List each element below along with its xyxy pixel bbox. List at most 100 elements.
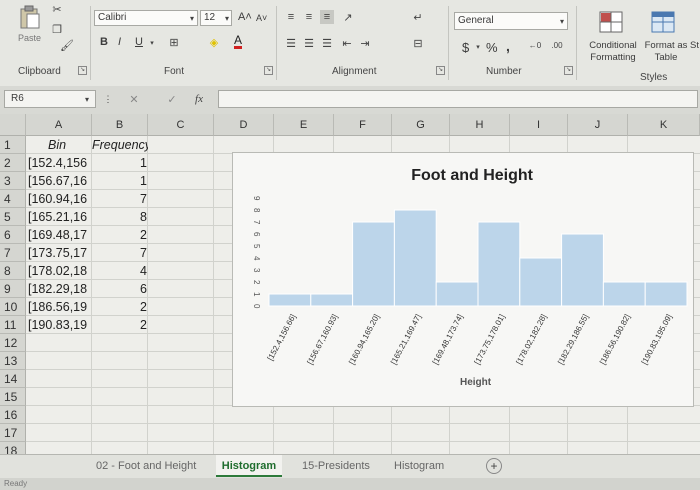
frequency-cell[interactable]: 1: [92, 154, 147, 172]
align-left-icon[interactable]: ☰: [284, 36, 298, 50]
bin-cell[interactable]: [165.21,16: [28, 208, 92, 226]
row-header[interactable]: 7: [0, 244, 26, 262]
align-middle-icon[interactable]: ≡: [302, 10, 316, 24]
cancel-entry-button[interactable]: ✕: [126, 92, 142, 106]
row-header[interactable]: 3: [0, 172, 26, 190]
italic-button[interactable]: I: [118, 36, 121, 48]
frequency-cell[interactable]: 7: [92, 190, 147, 208]
histogram-bar[interactable]: [268, 293, 312, 307]
select-all-corner[interactable]: [0, 114, 26, 136]
bin-cell[interactable]: [190.83,19: [28, 316, 92, 334]
bin-cell[interactable]: [178.02,18: [28, 262, 92, 280]
row-header[interactable]: 4: [0, 190, 26, 208]
font-size-dropdown-icon[interactable]: ▾: [222, 10, 232, 26]
histogram-chart[interactable]: Foot and Height 0 1 2 3 4 5 6 7 8 9 [152.4,156.66]…: [232, 152, 694, 407]
bin-cell[interactable]: [173.75,17: [28, 244, 92, 262]
histogram-bar[interactable]: [644, 281, 688, 307]
frequency-cell[interactable]: 7: [92, 244, 147, 262]
align-right-icon[interactable]: ☰: [320, 36, 334, 50]
column-header-k[interactable]: K: [628, 114, 700, 136]
more-icon[interactable]: ⋮: [104, 92, 113, 106]
decrease-indent-icon[interactable]: ⇤: [340, 36, 354, 50]
bin-cell[interactable]: [156.67,16: [28, 172, 92, 190]
row-header[interactable]: 1: [0, 136, 26, 154]
row-header[interactable]: 16: [0, 406, 26, 424]
row-header[interactable]: 8: [0, 262, 26, 280]
bold-button[interactable]: B: [100, 36, 108, 48]
histogram-bar[interactable]: [435, 281, 479, 307]
row-header[interactable]: 15: [0, 388, 26, 406]
row-header[interactable]: 9: [0, 280, 26, 298]
clipboard-launcher-icon[interactable]: ↘: [78, 66, 87, 75]
merge-center-icon[interactable]: ⊟: [410, 36, 426, 50]
row-header[interactable]: 17: [0, 424, 26, 442]
column-header-j[interactable]: J: [568, 114, 628, 136]
histogram-bar[interactable]: [310, 293, 354, 307]
bin-header-cell[interactable]: Bin: [48, 136, 88, 154]
number-launcher-icon[interactable]: ↘: [564, 66, 573, 75]
number-format-select[interactable]: General: [454, 12, 568, 30]
column-header-h[interactable]: H: [450, 114, 510, 136]
row-header[interactable]: 6: [0, 226, 26, 244]
column-header-e[interactable]: E: [274, 114, 334, 136]
frequency-cell[interactable]: 2: [92, 298, 147, 316]
copy-icon[interactable]: ❐: [48, 22, 66, 36]
frequency-cell[interactable]: 6: [92, 280, 147, 298]
histogram-bar[interactable]: [519, 257, 563, 307]
currency-button[interactable]: $: [462, 40, 469, 55]
column-header-f[interactable]: F: [334, 114, 392, 136]
format-as-table-button[interactable]: Format as Table: [644, 40, 688, 64]
enter-entry-button[interactable]: ✓: [164, 92, 180, 106]
wrap-text-icon[interactable]: ↵: [410, 8, 426, 26]
align-bottom-icon[interactable]: ≡: [320, 10, 334, 24]
bin-cell[interactable]: [186.56,19: [28, 298, 92, 316]
alignment-launcher-icon[interactable]: ↘: [436, 66, 445, 75]
increase-decimal-icon[interactable]: ←0: [526, 38, 544, 52]
currency-dropdown-icon[interactable]: ▾: [474, 42, 482, 52]
cell-styles-button[interactable]: St: [690, 40, 699, 51]
row-header[interactable]: 14: [0, 370, 26, 388]
row-header[interactable]: 2: [0, 154, 26, 172]
format-painter-icon[interactable]: 🖌: [60, 38, 74, 52]
underline-dropdown-icon[interactable]: ▾: [148, 38, 156, 48]
row-header[interactable]: 12: [0, 334, 26, 352]
align-top-icon[interactable]: ≡: [284, 10, 298, 24]
add-sheet-button[interactable]: +: [486, 458, 502, 474]
column-header-c[interactable]: C: [148, 114, 214, 136]
decrease-font-button[interactable]: A˅: [256, 13, 267, 23]
decrease-decimal-icon[interactable]: .00: [548, 38, 566, 52]
x-axis-title[interactable]: Height: [460, 377, 491, 388]
frequency-cell[interactable]: 4: [92, 262, 147, 280]
paste-label[interactable]: Paste: [18, 33, 41, 43]
frequency-cell[interactable]: 2: [92, 316, 147, 334]
percent-button[interactable]: %: [486, 40, 498, 55]
fill-color-icon[interactable]: ◈: [206, 35, 222, 49]
frequency-cell[interactable]: 1: [92, 172, 147, 190]
row-header[interactable]: 13: [0, 352, 26, 370]
column-header-d[interactable]: D: [214, 114, 274, 136]
increase-indent-icon[interactable]: ⇥: [358, 36, 372, 50]
align-center-icon[interactable]: ☰: [302, 36, 316, 50]
column-header-i[interactable]: I: [510, 114, 568, 136]
format-as-table-icon[interactable]: [650, 10, 676, 34]
histogram-bar[interactable]: [602, 281, 646, 307]
histogram-bar[interactable]: [352, 221, 395, 307]
tab-histogram[interactable]: Histogram: [216, 455, 282, 477]
row-header[interactable]: 11: [0, 316, 26, 334]
histogram-bar[interactable]: [561, 233, 604, 307]
font-name-select[interactable]: Calibri: [94, 10, 198, 26]
bin-cell[interactable]: [182.29,18: [28, 280, 92, 298]
bin-cell[interactable]: [169.48,17: [28, 226, 92, 244]
comma-button[interactable]: ,: [506, 38, 510, 54]
tab-histogram-2[interactable]: Histogram: [394, 455, 444, 477]
conditional-formatting-button[interactable]: Conditional Formatting: [584, 40, 642, 64]
row-header[interactable]: 10: [0, 298, 26, 316]
row-header[interactable]: 18: [0, 442, 26, 454]
histogram-bar[interactable]: [477, 221, 521, 307]
tab-15-presidents[interactable]: 15-Presidents: [302, 455, 370, 477]
column-header-b[interactable]: B: [92, 114, 148, 136]
font-launcher-icon[interactable]: ↘: [264, 66, 273, 75]
name-box-dropdown-icon[interactable]: ▾: [80, 92, 94, 106]
frequency-cell[interactable]: 2: [92, 226, 147, 244]
font-name-dropdown-icon[interactable]: ▾: [186, 10, 198, 26]
